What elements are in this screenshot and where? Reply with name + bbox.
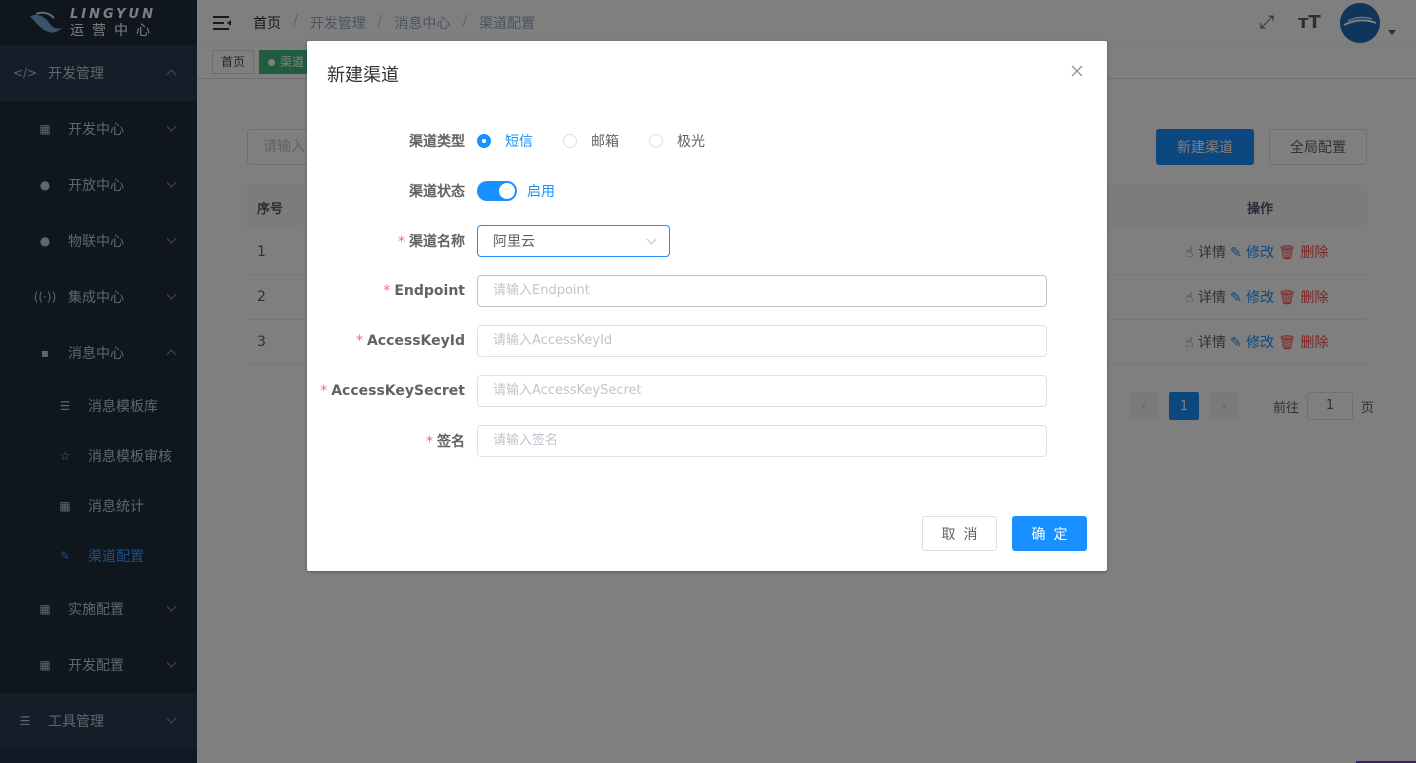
- access-key-secret-input[interactable]: 请输入AccessKeySecret: [477, 375, 1047, 407]
- signature-row: * 签名 请输入签名: [307, 425, 1107, 457]
- status-toggle[interactable]: [477, 181, 517, 201]
- channel-name-select[interactable]: 阿里云: [477, 225, 670, 257]
- endpoint-row: * Endpoint 请输入Endpoint: [307, 275, 1107, 307]
- endpoint-input[interactable]: 请输入Endpoint: [477, 275, 1047, 307]
- status-toggle-label: 启用: [527, 184, 555, 200]
- signature-input[interactable]: 请输入签名: [477, 425, 1047, 457]
- radio-jiguang[interactable]: 极光: [649, 131, 705, 151]
- radio-email[interactable]: 邮箱: [563, 131, 619, 151]
- access-key-id-label: AccessKeyId: [366, 333, 465, 349]
- radio-sms[interactable]: 短信: [477, 131, 533, 151]
- channel-type-label: 渠道类型: [409, 134, 465, 150]
- cancel-button[interactable]: 取消: [922, 516, 997, 551]
- close-icon[interactable]: [1071, 61, 1087, 77]
- channel-status-row: 渠道状态 启用: [307, 175, 1107, 207]
- dialog-title: 新建渠道: [327, 65, 399, 86]
- confirm-button[interactable]: 确定: [1012, 516, 1087, 551]
- access-key-id-row: * AccessKeyId 请输入AccessKeyId: [307, 325, 1107, 357]
- chevron-down-icon: [646, 234, 657, 245]
- channel-type-row: 渠道类型 短信 邮箱 极光: [307, 125, 1107, 157]
- signature-label: 签名: [437, 434, 465, 450]
- channel-name-row: * 渠道名称 阿里云: [307, 225, 1107, 257]
- channel-name-label: 渠道名称: [409, 234, 465, 250]
- access-key-secret-label: AccessKeySecret: [331, 383, 465, 399]
- new-channel-dialog: 新建渠道 渠道类型 短信 邮箱 极光 渠道状态 启用 * 渠道名称 阿里云 * En…: [307, 41, 1107, 571]
- access-key-secret-row: * AccessKeySecret 请输入AccessKeySecret: [307, 375, 1107, 407]
- channel-status-label: 渠道状态: [409, 184, 465, 200]
- endpoint-label: Endpoint: [394, 283, 465, 299]
- access-key-id-input[interactable]: 请输入AccessKeyId: [477, 325, 1047, 357]
